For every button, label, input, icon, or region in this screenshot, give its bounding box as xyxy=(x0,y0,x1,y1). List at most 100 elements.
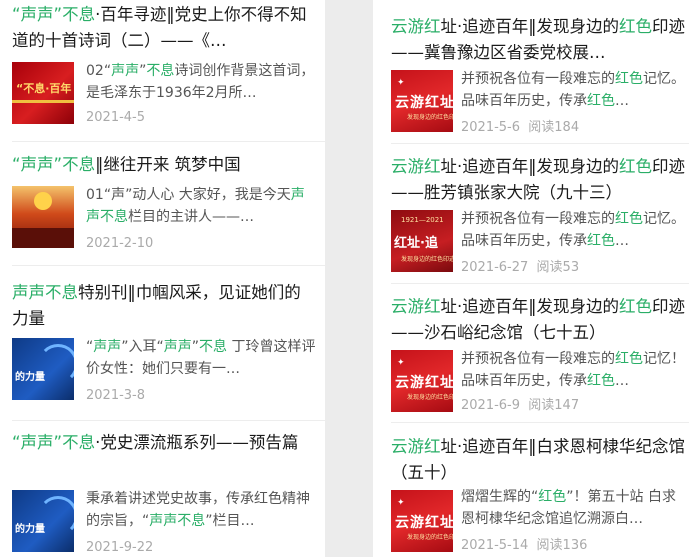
emblem-icon xyxy=(34,192,52,210)
article-thumbnail[interactable]: “不息·百年 xyxy=(12,62,74,124)
text-fragment: 02“ xyxy=(86,63,112,79)
read-count: 阅读184 xyxy=(528,120,580,135)
article-title[interactable]: 云游红址·追迹百年‖发现身边的红色印迹——沙石峪纪念馆（七十五） xyxy=(391,294,689,346)
thumbnail-caption: 的力量 xyxy=(15,372,45,383)
article-item[interactable]: 云游红址·追迹百年‖白求恩柯棣华纪念馆（五十） ✦ 云游红址 发现身边的红色印迹… xyxy=(391,434,689,557)
article-title[interactable]: 云游红址·追迹百年‖白求恩柯棣华纪念馆（五十） xyxy=(391,434,689,486)
text-fragment: ” xyxy=(191,339,200,355)
article-summary: 01“声”动人心 大家好，我是今天声声不息栏目的主讲人——… xyxy=(86,184,317,228)
article-summary: 熠熠生辉的“红色”！第五十站 白求恩柯棣华纪念馆追忆溯源白… xyxy=(461,486,689,530)
article-title[interactable]: “声声”不息‖继往开来 筑梦中国 xyxy=(12,152,317,178)
text-fragment: 云游红 xyxy=(391,437,441,456)
publish-date: 2021-5-14 xyxy=(461,538,529,553)
text-fragment: 并预祝各位有一段难忘的 xyxy=(461,211,615,227)
thumbnail-subcaption: 发现身边的红色印迹 xyxy=(407,534,453,541)
bird-icon: ✦ xyxy=(397,358,405,368)
bird-icon: ✦ xyxy=(397,78,405,88)
article-summary: 并预祝各位有一段难忘的红色记忆！品味百年历史，传承红色… xyxy=(461,348,689,392)
article-item[interactable]: 云游红址·追迹百年‖发现身边的红色印迹——胜芳镇张家大院（九十三） 1921—2… xyxy=(391,154,689,282)
text-fragment: “声声”不息 xyxy=(12,5,96,24)
article-title[interactable]: “声声”不息·百年寻迹‖党史上你不得不知道的十首诗词（二）——《… xyxy=(12,2,317,54)
thumbnail-year: 1921—2021 xyxy=(401,216,444,224)
text-fragment: 云游红 xyxy=(391,297,441,316)
thumbnail-caption: 红址·追 xyxy=(394,236,438,251)
text-fragment: “声声”不息 xyxy=(12,155,96,174)
text-fragment: 栏目的主讲人——… xyxy=(128,209,254,225)
article-thumbnail[interactable]: 的力量 xyxy=(12,490,74,552)
article-thumbnail[interactable]: 的力量 xyxy=(12,338,74,400)
text-fragment: 熠熠生辉的“ xyxy=(461,489,539,505)
text-fragment: 址·追迹百年‖发现身边的 xyxy=(440,157,620,176)
publish-date: 2021-5-6 xyxy=(461,120,521,135)
publish-date: 2021-6-9 xyxy=(461,398,521,413)
thumbnail-caption: 云游红址 xyxy=(395,375,453,391)
thumbnail-subcaption: 发现身边的红色印迹 xyxy=(401,256,453,263)
text-fragment: 红色 xyxy=(619,157,652,176)
text-fragment: … xyxy=(615,93,629,109)
article-item[interactable]: 声声不息特别刊‖巾帼风采，见证她们的力量 的力量 “声声”入耳“声声”不息 丁玲… xyxy=(12,280,317,410)
article-thumbnail[interactable]: ✦ 云游红址 发现身边的红色印迹 xyxy=(391,350,453,412)
thumbnail-subcaption: 发现身边的红色印迹 xyxy=(407,114,453,121)
article-title[interactable]: 云游红址·追迹百年‖发现身边的红色印迹——冀鲁豫边区省委党校展… xyxy=(391,14,689,66)
article-thumbnail[interactable]: ✦ 云游红址 发现身边的红色印迹 xyxy=(391,70,453,132)
article-item[interactable]: 云游红址·追迹百年‖发现身边的红色印迹——沙石峪纪念馆（七十五） ✦ 云游红址 … xyxy=(391,294,689,422)
article-item[interactable]: “声声”不息‖继往开来 筑梦中国 01“声”动人心 大家好，我是今天声声不息栏目… xyxy=(12,152,317,267)
article-date: 2021-9-22 xyxy=(86,540,154,555)
article-thumbnail[interactable]: 1921—2021 红址·追 发现身边的红色印迹 xyxy=(391,210,453,272)
text-fragment: 红色 xyxy=(587,93,615,109)
text-fragment: 不息 xyxy=(146,63,175,79)
article-summary: 秉承着讲述党史故事，传承红色精神的宗旨，“声声不息”栏目… xyxy=(86,488,317,532)
text-fragment: ‖继往开来 筑梦中国 xyxy=(95,155,241,174)
article-item[interactable]: 云游红址·追迹百年‖发现身边的红色印迹——冀鲁豫边区省委党校展… ✦ 云游红址 … xyxy=(391,14,689,139)
thumbnail-caption: “不息·百年 xyxy=(16,82,72,95)
left-article-list: “声声”不息·百年寻迹‖党史上你不得不知道的十首诗词（二）——《… “不息·百年… xyxy=(0,0,325,557)
article-thumbnail[interactable] xyxy=(12,186,74,248)
text-fragment: 01“声”动人心 大家好，我是今天 xyxy=(86,187,291,203)
text-fragment: 址·追迹百年‖发现身边的 xyxy=(440,297,620,316)
text-fragment: 声声不息 xyxy=(12,283,78,302)
divider xyxy=(391,422,689,423)
text-fragment: 声声 xyxy=(111,63,140,79)
article-date: 2021-2-10 xyxy=(86,236,154,251)
article-item[interactable]: “声声”不息·党史漂流瓶系列——预告篇 的力量 秉承着讲述党史故事，传承红色精神… xyxy=(12,430,317,557)
right-article-list: 云游红址·追迹百年‖发现身边的红色印迹——冀鲁豫边区省委党校展… ✦ 云游红址 … xyxy=(373,0,689,557)
text-fragment: 红色 xyxy=(615,71,643,87)
article-date: 2021-5-14 阅读136 xyxy=(461,534,587,553)
article-title[interactable]: 云游红址·追迹百年‖发现身边的红色印迹——胜芳镇张家大院（九十三） xyxy=(391,154,689,206)
thumbnail-caption: 的力量 xyxy=(15,524,45,535)
article-date: 2021-5-6 阅读184 xyxy=(461,116,579,135)
text-fragment: 红色 xyxy=(538,489,567,505)
text-fragment: 红色 xyxy=(587,233,615,249)
thumbnail-caption: 云游红址 xyxy=(395,515,453,531)
article-date: 2021-3-8 xyxy=(86,388,146,403)
text-fragment: … xyxy=(615,373,629,389)
article-title[interactable]: 声声不息特别刊‖巾帼风采，见证她们的力量 xyxy=(12,280,317,332)
text-fragment: 并预祝各位有一段难忘的 xyxy=(461,351,615,367)
text-fragment: 声声 xyxy=(163,339,192,355)
text-fragment: 并预祝各位有一段难忘的 xyxy=(461,71,615,87)
article-thumbnail[interactable]: ✦ 云游红址 发现身边的红色印迹 xyxy=(391,490,453,552)
publish-date: 2021-6-27 xyxy=(461,260,529,275)
thumbnail-decoration xyxy=(12,228,74,248)
bird-icon: ✦ xyxy=(397,498,405,508)
article-summary: 并预祝各位有一段难忘的红色记忆。品味百年历史，传承红色… xyxy=(461,68,689,112)
text-fragment: 声声不息 xyxy=(149,513,206,529)
text-fragment: 红色 xyxy=(619,17,652,36)
thumbnail-caption: 云游红址 xyxy=(395,95,453,111)
read-count: 阅读136 xyxy=(536,538,588,553)
text-fragment: 红色 xyxy=(587,373,615,389)
article-title[interactable]: “声声”不息·党史漂流瓶系列——预告篇 xyxy=(12,430,317,482)
text-fragment: 址·追迹百年‖发现身边的 xyxy=(440,17,620,36)
article-item[interactable]: “声声”不息·百年寻迹‖党史上你不得不知道的十首诗词（二）——《… “不息·百年… xyxy=(12,2,317,132)
text-fragment: … xyxy=(615,233,629,249)
article-summary: “声声”入耳“声声”不息 丁玲曾这样评价女性：她们只要有一… xyxy=(86,336,317,380)
article-date: 2021-4-5 xyxy=(86,110,146,125)
article-date: 2021-6-9 阅读147 xyxy=(461,394,579,413)
text-fragment: 云游红 xyxy=(391,17,441,36)
article-date: 2021-6-27 阅读53 xyxy=(461,256,579,275)
text-fragment: 不息 xyxy=(199,339,228,355)
text-fragment: 声声 xyxy=(93,339,122,355)
divider xyxy=(12,420,325,421)
divider xyxy=(391,283,689,284)
article-summary: 02“声声”不息诗词创作背景这首词，是毛泽东于1936年2月所… xyxy=(86,60,317,104)
